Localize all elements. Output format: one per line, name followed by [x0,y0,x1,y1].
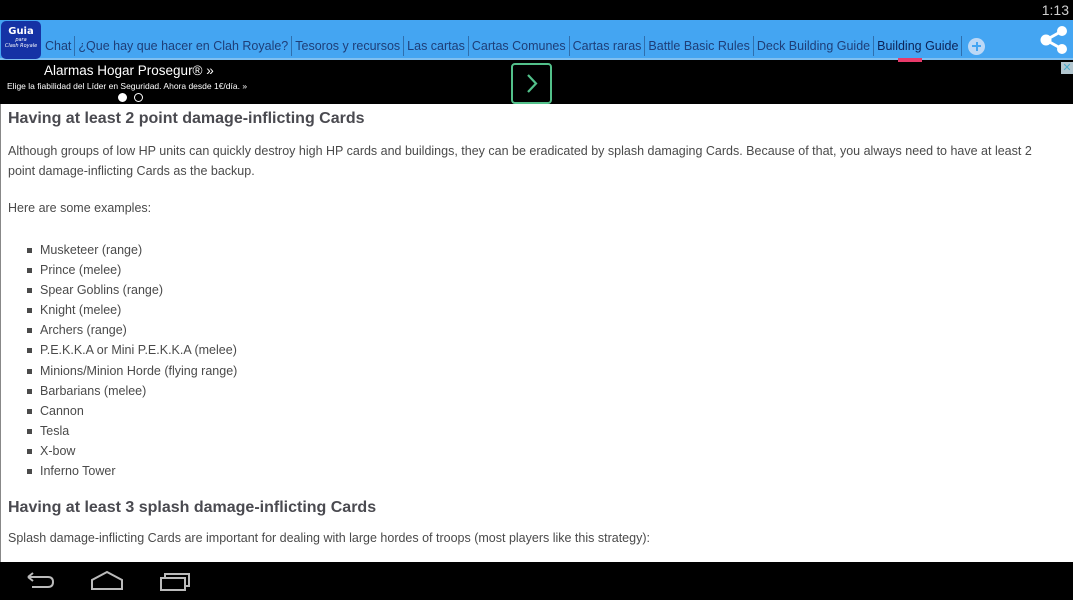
status-bar: 1:13 [0,0,1073,20]
system-nav-bar [0,562,1073,600]
article-content: Having at least 2 point damage-inflictin… [0,104,1073,562]
tab-label: ¿Que hay que hacer en Clah Royale? [78,39,289,53]
tab-strip: Chat ¿Que hay que hacer en Clah Royale? … [42,20,986,62]
section-heading: Having at least 2 point damage-inflictin… [8,110,365,127]
ad-banner[interactable]: Alarmas Hogar Prosegur® » Elige la fiabi… [0,62,1073,104]
share-icon[interactable] [1039,25,1069,55]
ad-carousel-dots [118,93,143,102]
tab-label: Building Guide [877,39,959,53]
tab-label: Cartas Comunes [471,39,566,53]
app-logo[interactable]: Guia para Clash Royale [1,21,41,59]
back-icon[interactable] [20,568,60,594]
list-item: Musketeer (range) [1,240,1073,260]
carousel-dot-active[interactable] [118,93,127,102]
logo-line-1: Guia [8,26,34,37]
list-item: Archers (range) [1,320,1073,340]
tab-deck-building-guide[interactable]: Deck Building Guide [754,20,873,60]
ad-cta-button[interactable] [511,63,552,104]
ad-title[interactable]: Alarmas Hogar Prosegur® » [44,63,214,78]
app-bar: Guia para Clash Royale Chat ¿Que hay que… [0,20,1073,62]
list-item: Minions/Minion Horde (flying range) [1,361,1073,381]
tab-label: Tesoros y recursos [295,39,401,53]
section-paragraph: Although groups of low HP units can quic… [8,144,1032,178]
tab-cartas-raras[interactable]: Cartas raras [570,20,645,60]
tab-label: Chat [45,39,72,53]
list-item: Prince (melee) [1,260,1073,280]
logo-line-3: Clash Royale [4,43,38,49]
section-heading: Having at least 3 splash damage-inflicti… [8,499,377,517]
tab-building-guide[interactable]: Building Guide [874,20,961,62]
ad-close-button[interactable]: ✕ [1061,62,1073,74]
tab-que-hay-que-hacer[interactable]: ¿Que hay que hacer en Clah Royale? [75,20,291,60]
tab-cartas-comunes[interactable]: Cartas Comunes [469,20,569,60]
clock: 1:13 [1041,2,1069,18]
tab-divider [961,36,963,56]
tab-label: Cartas raras [572,39,642,53]
tab-label: Las cartas [407,39,465,53]
section-paragraph: Splash damage-inflicting Cards are impor… [8,531,650,546]
examples-intro: Here are some examples: [8,201,152,215]
chevron-right-icon [527,74,538,93]
list-item: Spear Goblins (range) [1,280,1073,300]
tab-battle-basic-rules[interactable]: Battle Basic Rules [645,20,752,60]
list-item: P.E.K.K.A or Mini P.E.K.K.A (melee) [1,340,1073,360]
list-item: Knight (melee) [1,300,1073,320]
tab-tesoros-y-recursos[interactable]: Tesoros y recursos [292,20,403,60]
list-item: X-bow [1,441,1073,461]
tab-label: Deck Building Guide [756,39,871,53]
tab-las-cartas[interactable]: Las cartas [404,20,468,60]
plus-circle-icon[interactable] [968,37,986,55]
list-item: Barbarians (melee) [1,381,1073,401]
list-item: Cannon [1,401,1073,421]
list-item: Inferno Tower [1,461,1073,481]
carousel-dot[interactable] [134,93,143,102]
card-examples-list: Musketeer (range) Prince (melee) Spear G… [1,240,1073,481]
ad-subtitle[interactable]: Elige la fiabilidad del Líder en Segurid… [7,81,247,91]
home-icon[interactable] [87,568,127,594]
tab-label: Battle Basic Rules [648,39,750,53]
list-item: Tesla [1,421,1073,441]
tab-chat[interactable]: Chat [42,20,74,60]
recents-icon[interactable] [155,568,195,594]
